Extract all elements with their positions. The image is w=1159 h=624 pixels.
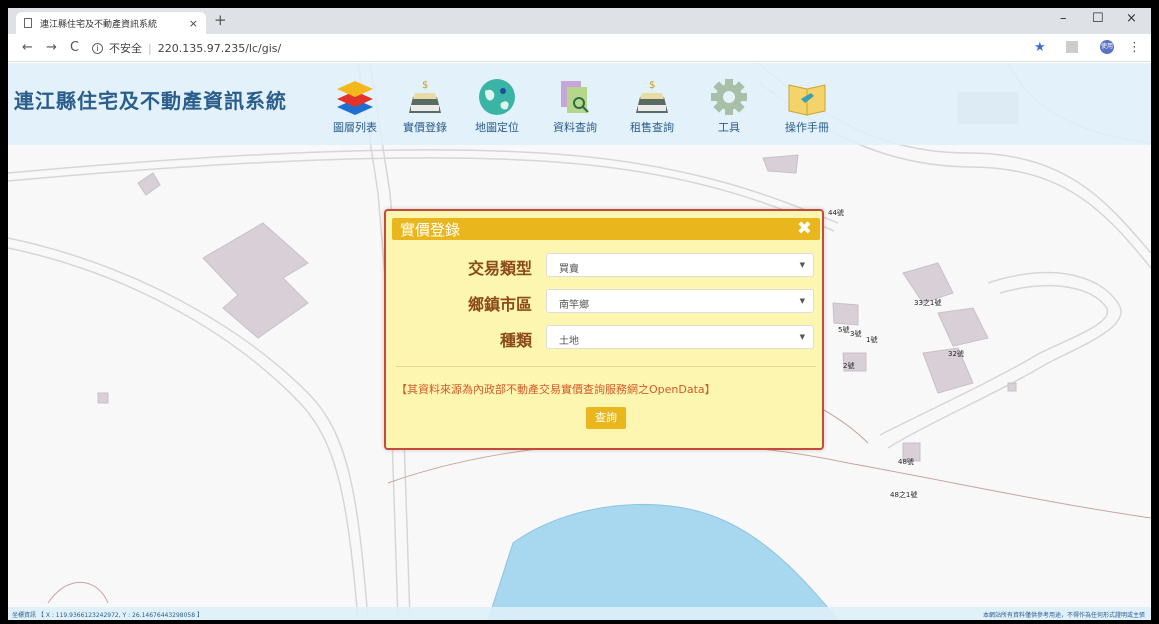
document-search-icon <box>561 81 589 113</box>
select-value: 南竿鄉 <box>559 300 589 311</box>
address-bar: ← → C i 不安全 | 220.135.97.235/lc/gis/ ★ 使… <box>8 34 1151 62</box>
tool-label: 圖層列表 <box>333 121 377 134</box>
dialog-header: 實價登錄 ✖ <box>392 218 820 240</box>
query-button[interactable]: 查詢 <box>586 407 626 429</box>
data-source-note: 【其資料來源為內政部不動產交易實價查詢服務網之OpenData】 <box>396 383 716 396</box>
map-label: 48之1號 <box>890 491 918 499</box>
map-label: 48號 <box>898 458 914 466</box>
district-label: 鄉鎮市區 <box>467 295 532 314</box>
divider <box>396 366 816 367</box>
map-label: 1號 <box>866 336 878 344</box>
back-button[interactable]: ← <box>22 40 33 55</box>
url-field[interactable]: i 不安全 | 220.135.97.235/lc/gis/ <box>92 40 281 56</box>
minimize-button[interactable]: – <box>1060 11 1067 26</box>
map-label: 33之1號 <box>914 299 942 307</box>
reload-button[interactable]: C <box>70 40 79 55</box>
tab-close-icon[interactable]: × <box>189 17 198 30</box>
tab-strip: 連江縣住宅及不動產資訊系統 × + – ☐ × <box>8 8 1151 34</box>
security-label: 不安全 <box>109 42 142 55</box>
globe-locate-icon <box>479 79 515 115</box>
map-label: 32號 <box>948 350 964 358</box>
tool-label: 工具 <box>718 121 740 134</box>
url-text: 220.135.97.235/lc/gis/ <box>157 41 282 55</box>
coordinate-readout: 坐標資訊 【 X : 119.9366123242972, Y : 26.146… <box>12 612 203 619</box>
tool-label: 操作手冊 <box>785 121 829 134</box>
tool-rent-sale-query[interactable]: $ 租售查詢 <box>621 77 683 135</box>
tool-label: 實價登錄 <box>403 121 447 134</box>
tool-manual[interactable]: 操作手冊 <box>776 77 838 135</box>
category-row: 種類 土地 ▼ <box>386 325 822 351</box>
manual-book-icon <box>788 84 826 116</box>
category-label: 種類 <box>499 331 532 350</box>
tool-tools[interactable]: 工具 <box>698 77 760 135</box>
transaction-type-row: 交易類型 買賣 ▼ <box>386 253 822 279</box>
map-label: 3號 <box>850 330 862 338</box>
browser-tab[interactable]: 連江縣住宅及不動產資訊系統 × <box>16 12 206 34</box>
price-tray-icon: $ <box>409 80 441 113</box>
new-tab-button[interactable]: + <box>214 11 227 29</box>
tab-title: 連江縣住宅及不動產資訊系統 <box>40 19 158 30</box>
page-icon <box>24 18 32 28</box>
district-select[interactable]: 南竿鄉 ▼ <box>546 289 814 313</box>
tool-data-query[interactable]: 資料查詢 <box>544 77 606 135</box>
price-registration-dialog: 實價登錄 ✖ 交易類型 買賣 ▼ 鄉鎮市區 南竿鄉 ▼ 種類 土地 ▼ 【其資料… <box>384 209 824 450</box>
dialog-title: 實價登錄 <box>400 221 461 239</box>
menu-kebab-icon[interactable]: ⋮ <box>1128 40 1141 55</box>
select-value: 買賣 <box>559 264 579 275</box>
tool-layer-list[interactable]: 圖層列表 <box>324 77 386 135</box>
profile-avatar[interactable]: 使用 <box>1100 40 1114 54</box>
transaction-type-label: 交易類型 <box>467 259 532 278</box>
tool-label: 租售查詢 <box>630 121 674 134</box>
rent-tray-icon: $ <box>636 80 668 113</box>
svg-text:$: $ <box>422 80 428 91</box>
gear-icon <box>711 79 747 115</box>
chevron-down-icon: ▼ <box>799 261 805 269</box>
status-bar: 坐標資訊 【 X : 119.9366123242972, Y : 26.146… <box>8 607 1151 620</box>
map-label: 44號 <box>828 209 844 217</box>
tool-label: 地圖定位 <box>475 121 519 134</box>
map-label: 2號 <box>843 362 855 370</box>
profile-initials: 使用 <box>1100 40 1114 54</box>
app-header: 連江縣住宅及不動產資訊系統 圖層列表 $ 實價登錄 地圖定位 資料查詢 $ 租售… <box>8 63 1151 145</box>
tool-label: 資料查詢 <box>553 121 597 134</box>
map-label: 5號 <box>838 326 850 334</box>
tool-price-registration[interactable]: $ 實價登錄 <box>394 77 456 135</box>
forward-button[interactable]: → <box>46 40 57 55</box>
district-row: 鄉鎮市區 南竿鄉 ▼ <box>386 289 822 315</box>
svg-text:$: $ <box>649 80 655 91</box>
category-select[interactable]: 土地 ▼ <box>546 325 814 349</box>
disclaimer-text: 本網站所有資料僅供參考用途，不得作為任何形式證明或主張 <box>982 612 1145 619</box>
transaction-type-select[interactable]: 買賣 ▼ <box>546 253 814 277</box>
window-close-button[interactable]: × <box>1126 11 1137 26</box>
maximize-button[interactable]: ☐ <box>1092 11 1104 26</box>
bookmark-star-icon[interactable]: ★ <box>1034 40 1046 55</box>
translate-icon[interactable] <box>1066 41 1078 53</box>
dialog-close-icon[interactable]: ✖ <box>797 218 812 239</box>
info-icon[interactable]: i <box>92 42 103 54</box>
gis-page: 44號 33之1號 5號 3號 1號 32號 2號 48號 48之1號 連江縣住… <box>8 63 1151 620</box>
select-value: 土地 <box>559 336 579 347</box>
layers-icon <box>337 81 373 115</box>
site-title: 連江縣住宅及不動產資訊系統 <box>14 89 287 113</box>
tool-map-locate[interactable]: 地圖定位 <box>466 77 528 135</box>
chevron-down-icon: ▼ <box>799 297 805 305</box>
chevron-down-icon: ▼ <box>799 333 805 341</box>
browser-window: 連江縣住宅及不動產資訊系統 × + – ☐ × ← → C i 不安全 | 22… <box>8 8 1151 620</box>
